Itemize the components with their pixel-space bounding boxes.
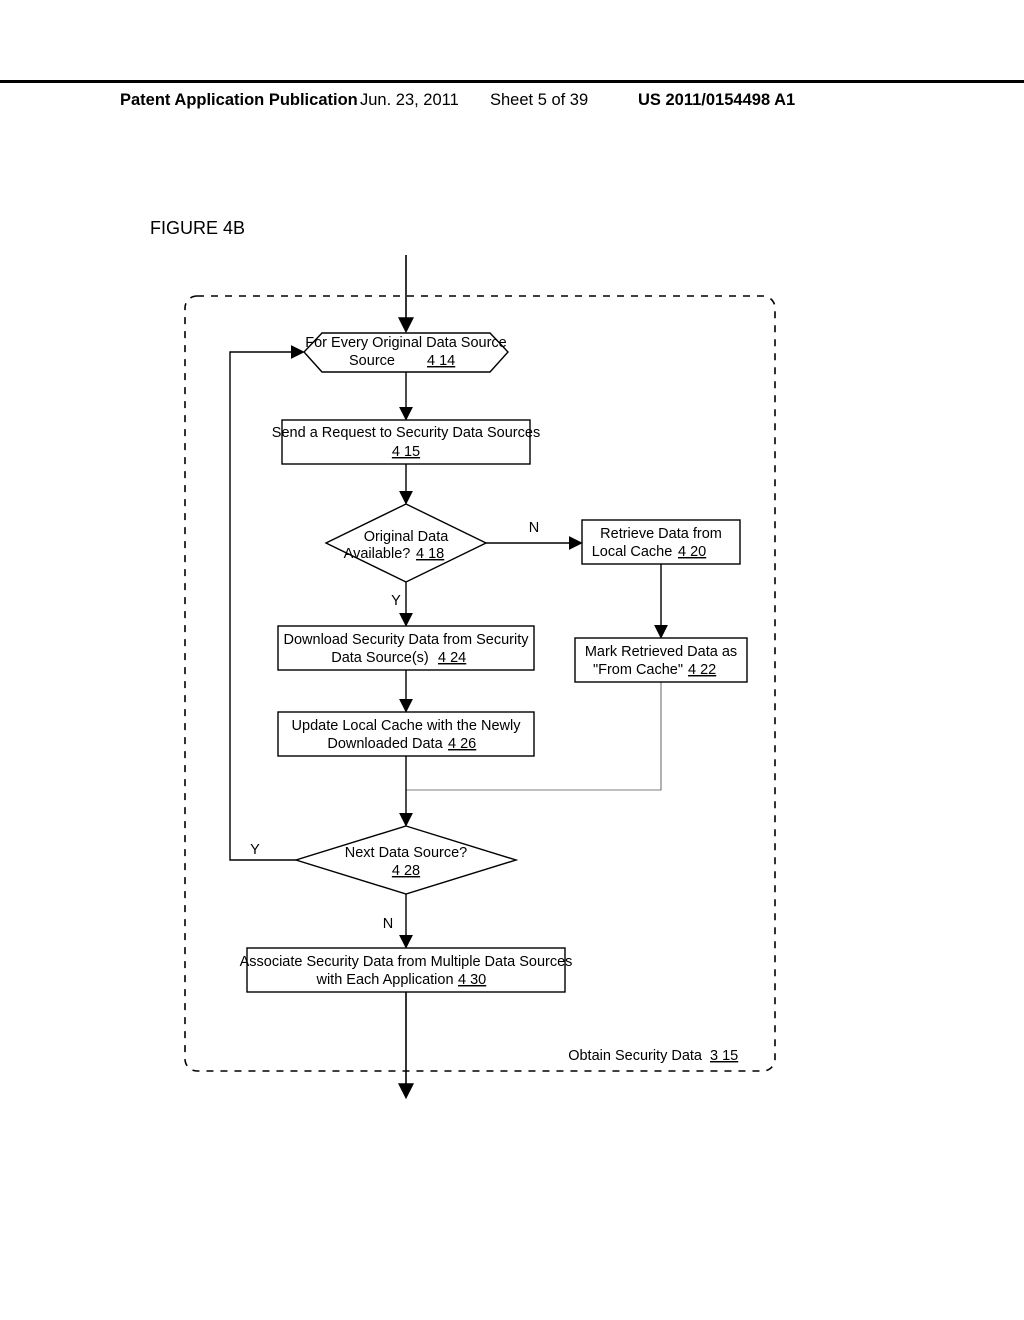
node-418-text2: Available? — [344, 546, 411, 562]
container-label-ref: 3 15 — [710, 1048, 738, 1064]
node-424-t2: Data Source(s) — [331, 650, 429, 666]
node-424-t1: Download Security Data from Security — [284, 632, 530, 648]
node-414-text: For Every Original Data Source — [305, 335, 506, 351]
node-415-text: Send a Request to Security Data Sources — [272, 425, 540, 441]
node-422-t1: Mark Retrieved Data as — [585, 644, 737, 660]
node-430-ref: 4 30 — [458, 972, 486, 988]
node-418-ref: 4 18 — [416, 546, 444, 562]
node-428-text: Next Data Source? — [345, 845, 468, 861]
node-414-ref: 4 14 — [427, 353, 455, 369]
node-415-ref: 4 15 — [392, 444, 420, 460]
node-424-ref: 4 24 — [438, 650, 466, 666]
node-430-t1: Associate Security Data from Multiple Da… — [240, 954, 573, 970]
node-430-t2: with Each Application — [315, 972, 453, 988]
node-426-t2: Downloaded Data — [327, 736, 443, 752]
node-428-ref: 4 28 — [392, 863, 420, 879]
node-418-text: Original Data — [364, 529, 450, 545]
page: Patent Application Publication Jun. 23, … — [0, 0, 1024, 1320]
container-label-text: Obtain Security Data — [568, 1048, 703, 1064]
node-420-ref: 4 20 — [678, 544, 706, 560]
flowchart: For Every Original Data Source Source 4 … — [0, 0, 1024, 1320]
node-426-t1: Update Local Cache with the Newly — [292, 718, 522, 734]
label-n-428: N — [383, 916, 393, 932]
node-420-t2: Local Cache — [592, 544, 673, 560]
node-414-source: Source — [349, 353, 395, 369]
node-420-t1: Retrieve Data from — [600, 526, 722, 542]
node-422-ref: 4 22 — [688, 662, 716, 678]
node-422-t2: "From Cache" — [593, 662, 683, 678]
label-y-418: Y — [391, 593, 401, 609]
label-n-418: N — [529, 520, 539, 536]
label-y-428: Y — [250, 842, 260, 858]
node-426-ref: 4 26 — [448, 736, 476, 752]
